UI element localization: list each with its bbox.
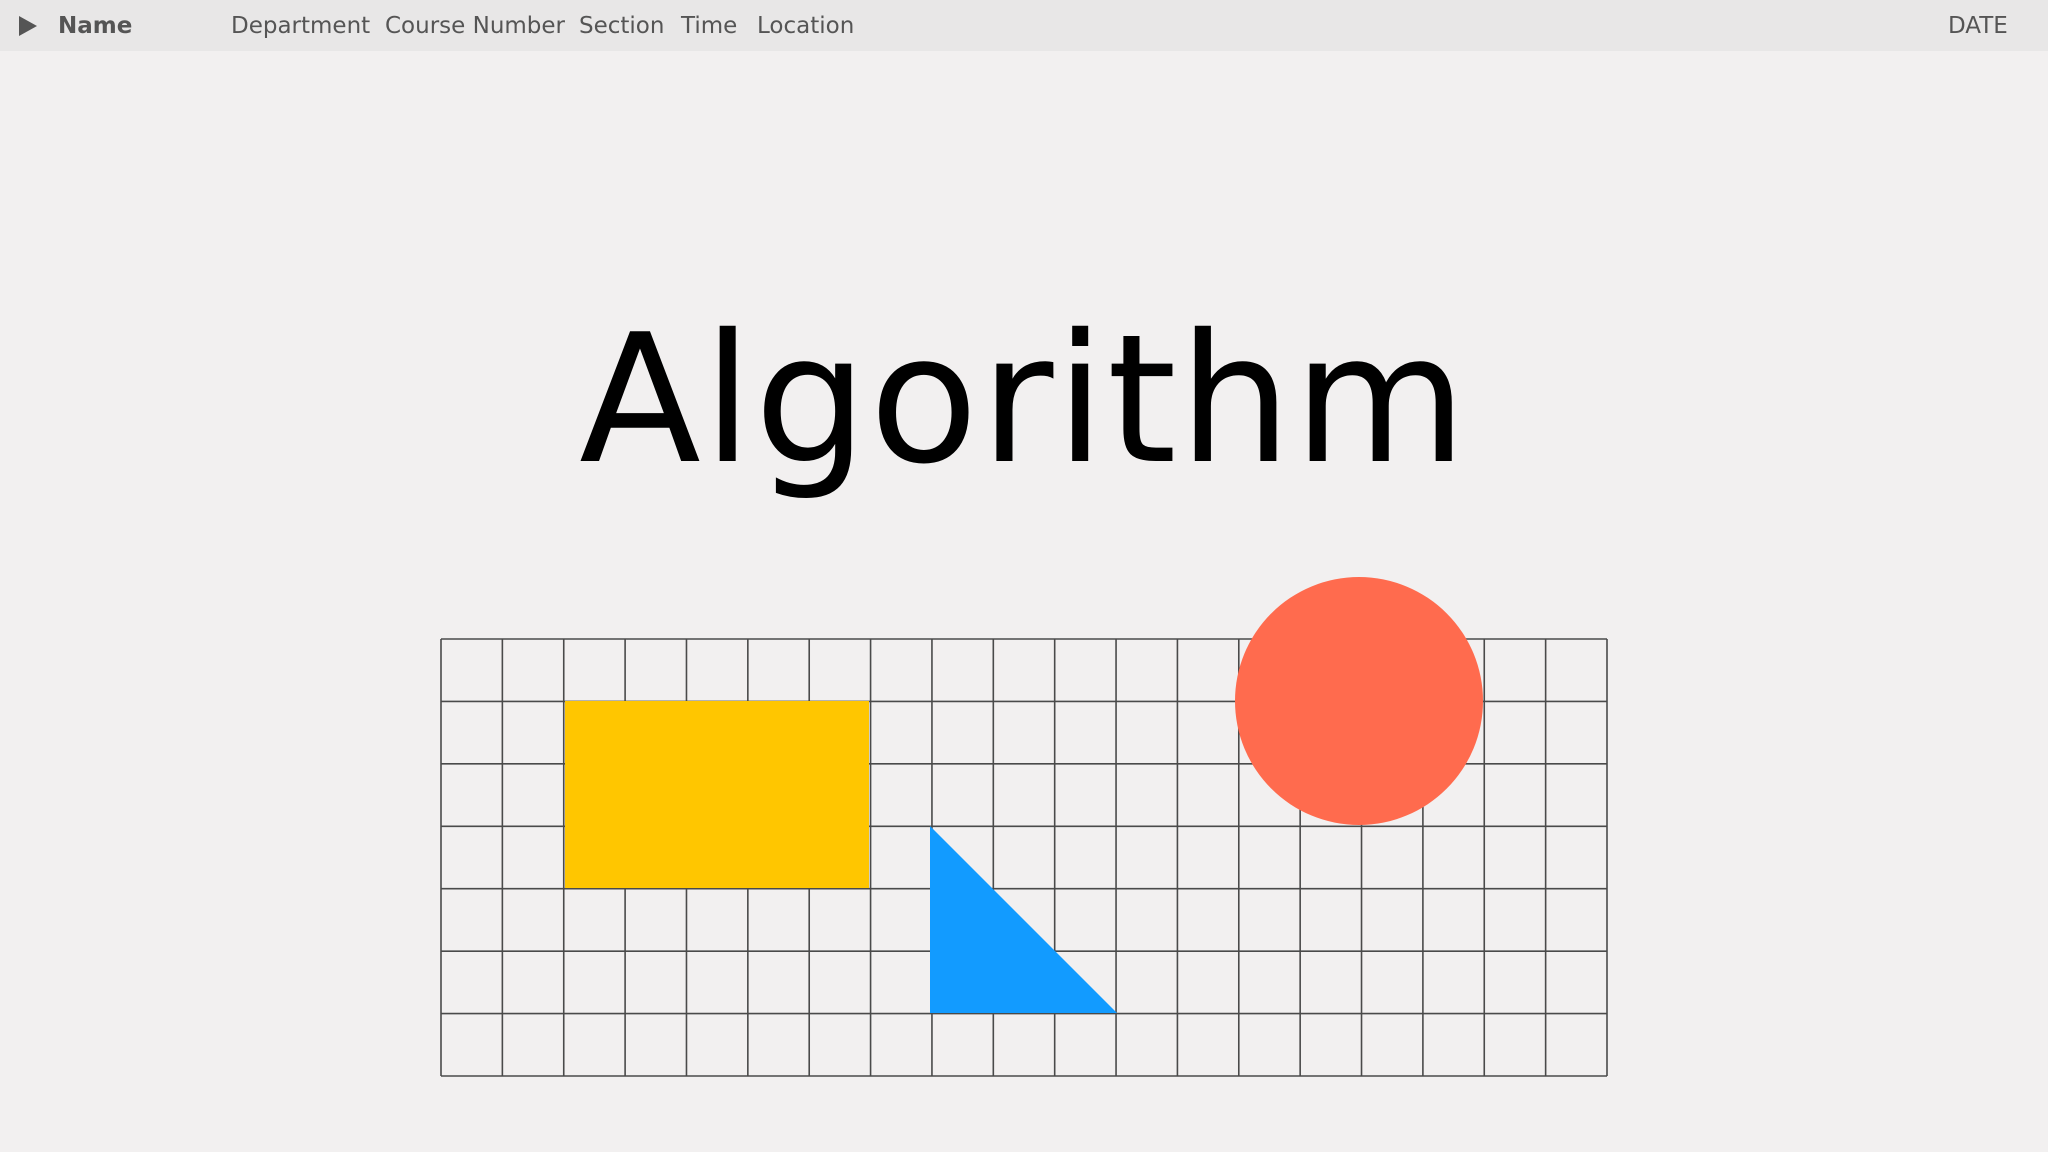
blue-triangle	[930, 826, 1117, 1013]
yellow-rectangle	[565, 701, 869, 888]
orange-circle	[1235, 577, 1483, 825]
shapes-grid-illustration	[440, 577, 1608, 1077]
